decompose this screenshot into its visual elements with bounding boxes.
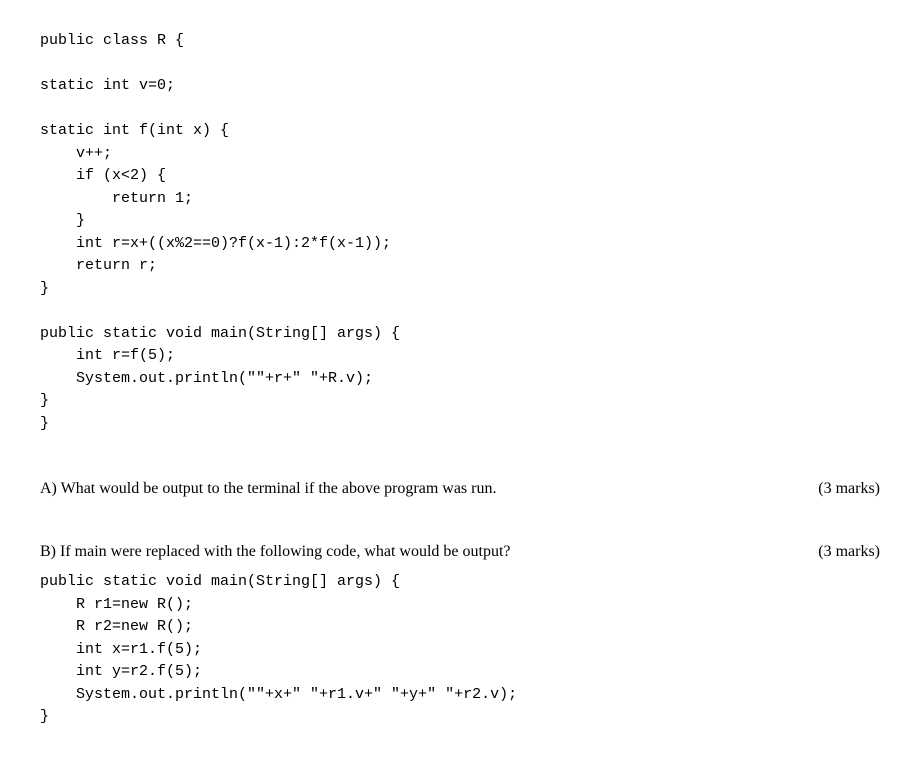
code-block-main: public class R { static int v=0; static … [40, 30, 880, 435]
code-block-secondary: public static void main(String[] args) {… [40, 571, 880, 729]
question-b-marks: (3 marks) [778, 543, 880, 561]
question-b-text: B) If main were replaced with the follow… [40, 543, 511, 561]
question-a-text: A) What would be output to the terminal … [40, 480, 496, 498]
question-a-row: A) What would be output to the terminal … [40, 480, 880, 498]
question-b-row: B) If main were replaced with the follow… [40, 543, 880, 561]
question-a-marks: (3 marks) [778, 480, 880, 498]
